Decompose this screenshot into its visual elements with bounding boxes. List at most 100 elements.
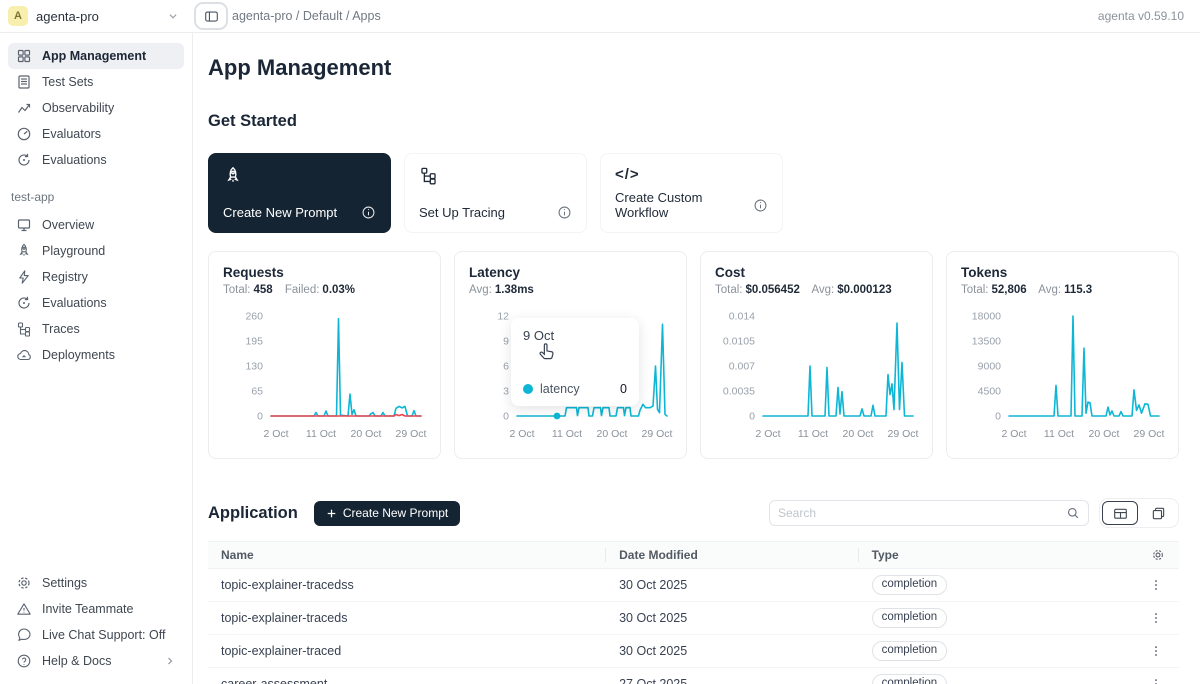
row-menu-button[interactable] xyxy=(1147,642,1165,660)
workspace-selector[interactable]: A agenta-pro xyxy=(8,6,180,26)
sidebar-item-deployments[interactable]: Deployments xyxy=(8,342,184,368)
sidebar-toggle-button[interactable] xyxy=(194,2,228,30)
table-view-button[interactable] xyxy=(1102,501,1138,525)
application-header: Application Create New Prompt xyxy=(208,498,1179,528)
sidebar-item-label: Live Chat Support: Off xyxy=(42,628,165,642)
table-row[interactable]: topic-explainer-tracedss 30 Oct 2025 com… xyxy=(208,569,1179,602)
create-custom-workflow-card[interactable]: </> Create Custom Workflow xyxy=(600,153,783,233)
svg-text:4500: 4500 xyxy=(978,386,1002,398)
sidebar-item-live-chat[interactable]: Live Chat Support: Off xyxy=(8,622,184,648)
svg-text:3: 3 xyxy=(503,386,509,398)
application-title: Application xyxy=(208,504,298,523)
gauge-icon xyxy=(16,126,32,142)
row-menu-button[interactable] xyxy=(1147,675,1165,684)
tokens-line-chart[interactable]: 04500900013500180002 Oct11 Oct20 Oct29 O… xyxy=(961,301,1166,446)
sidebar-item-label: Deployments xyxy=(42,348,115,362)
svg-text:0: 0 xyxy=(995,411,1001,423)
search-icon[interactable] xyxy=(1066,506,1080,520)
sidebar-item-label: Evaluators xyxy=(42,127,101,141)
set-up-tracing-card[interactable]: Set Up Tracing xyxy=(404,153,587,233)
app-date-modified: 27 Oct 2025 xyxy=(606,677,858,684)
view-toggle xyxy=(1099,498,1179,528)
chart-title: Cost xyxy=(715,265,918,280)
chart-tooltip: 9 Oct latency 0 xyxy=(511,318,639,406)
row-menu-button[interactable] xyxy=(1147,576,1165,594)
sidebar-item-playground[interactable]: Playground xyxy=(8,238,184,264)
sidebar-item-evaluations[interactable]: Evaluations xyxy=(8,147,184,173)
app-name: topic-explainer-traced xyxy=(208,644,606,658)
svg-text:2 Oct: 2 Oct xyxy=(755,428,780,440)
cursor-icon xyxy=(537,342,556,366)
sidebar-item-label: Settings xyxy=(42,576,87,590)
column-header-name[interactable]: Name xyxy=(208,548,606,562)
chat-bubble-icon xyxy=(16,627,32,643)
app-date-modified: 30 Oct 2025 xyxy=(606,578,858,592)
chart-title: Requests xyxy=(223,265,426,280)
svg-text:130: 130 xyxy=(245,361,263,373)
chart-stats: Total:458 Failed:0.03% xyxy=(223,284,426,296)
card-view-button[interactable] xyxy=(1140,501,1176,525)
button-label: Create New Prompt xyxy=(343,506,448,520)
sidebar-item-help-docs[interactable]: Help & Docs xyxy=(8,648,184,674)
table-row[interactable]: topic-explainer-traced 30 Oct 2025 compl… xyxy=(208,635,1179,668)
svg-text:0: 0 xyxy=(503,411,509,423)
rocket-icon xyxy=(16,243,32,259)
table-row[interactable]: career-assessment 27 Oct 2025 completion xyxy=(208,668,1179,684)
card-label: Create Custom Workflow xyxy=(615,190,753,220)
sidebar-item-label: App Management xyxy=(42,49,146,63)
requests-line-chart[interactable]: 0651301952602 Oct11 Oct20 Oct29 Oct xyxy=(223,301,428,446)
get-started-title: Get Started xyxy=(208,112,1179,131)
app-name: topic-explainer-traceds xyxy=(208,611,606,625)
tooltip-series-row: latency 0 xyxy=(523,382,627,396)
row-menu-button[interactable] xyxy=(1147,609,1165,627)
sidebar-item-overview[interactable]: Overview xyxy=(8,212,184,238)
svg-text:29 Oct: 29 Oct xyxy=(888,428,919,440)
svg-text:11 Oct: 11 Oct xyxy=(306,428,336,440)
type-badge: completion xyxy=(872,575,948,595)
sidebar-item-test-sets[interactable]: Test Sets xyxy=(8,69,184,95)
svg-text:0: 0 xyxy=(257,411,263,423)
workspace-name: agenta-pro xyxy=(36,9,99,24)
sidebar-item-label: Playground xyxy=(42,244,105,258)
info-icon[interactable] xyxy=(557,205,572,220)
column-header-type[interactable]: Type xyxy=(859,548,1092,562)
column-header-date-modified[interactable]: Date Modified xyxy=(606,548,858,562)
create-new-prompt-card[interactable]: Create New Prompt xyxy=(208,153,391,233)
search-input[interactable] xyxy=(778,506,1066,520)
sidebar-item-label: Evaluations xyxy=(42,296,107,310)
sidebar-item-evaluations-app[interactable]: Evaluations xyxy=(8,290,184,316)
svg-text:0.007: 0.007 xyxy=(729,361,755,373)
invite-teammate-icon xyxy=(16,601,32,617)
sidebar-item-label: Observability xyxy=(42,101,114,115)
app-date-modified: 30 Oct 2025 xyxy=(606,644,858,658)
sidebar-item-settings[interactable]: Settings xyxy=(8,570,184,596)
info-icon[interactable] xyxy=(361,205,376,220)
sidebar-toggle-icon xyxy=(204,9,219,24)
sidebar-item-registry[interactable]: Registry xyxy=(8,264,184,290)
sidebar-item-observability[interactable]: Observability xyxy=(8,95,184,121)
table-settings-button[interactable] xyxy=(1151,548,1165,562)
chart-stats: Avg:1.38ms xyxy=(469,284,672,296)
sidebar-item-traces[interactable]: Traces xyxy=(8,316,184,342)
svg-text:20 Oct: 20 Oct xyxy=(597,428,628,440)
info-icon[interactable] xyxy=(753,198,768,213)
table-row[interactable]: topic-explainer-traceds 30 Oct 2025 comp… xyxy=(208,602,1179,635)
search-box xyxy=(769,500,1089,526)
sidebar-item-invite-teammate[interactable]: Invite Teammate xyxy=(8,596,184,622)
svg-text:0.014: 0.014 xyxy=(729,311,755,323)
breadcrumb[interactable]: agenta-pro / Default / Apps xyxy=(232,9,381,23)
svg-text:29 Oct: 29 Oct xyxy=(396,428,427,440)
create-new-prompt-button[interactable]: Create New Prompt xyxy=(314,501,460,526)
sidebar-item-evaluators[interactable]: Evaluators xyxy=(8,121,184,147)
sidebar-item-label: Traces xyxy=(42,322,80,336)
svg-text:13500: 13500 xyxy=(972,336,1001,348)
svg-text:20 Oct: 20 Oct xyxy=(843,428,874,440)
cost-line-chart[interactable]: 00.00350.0070.01050.0142 Oct11 Oct20 Oct… xyxy=(715,301,920,446)
sidebar-item-app-management[interactable]: App Management xyxy=(8,43,184,69)
help-icon xyxy=(16,653,32,669)
card-label: Create New Prompt xyxy=(223,205,337,220)
chart-stats: Total:$0.056452 Avg:$0.000123 xyxy=(715,284,918,296)
svg-text:11 Oct: 11 Oct xyxy=(552,428,582,440)
svg-text:29 Oct: 29 Oct xyxy=(1134,428,1165,440)
app-date-modified: 30 Oct 2025 xyxy=(606,611,858,625)
